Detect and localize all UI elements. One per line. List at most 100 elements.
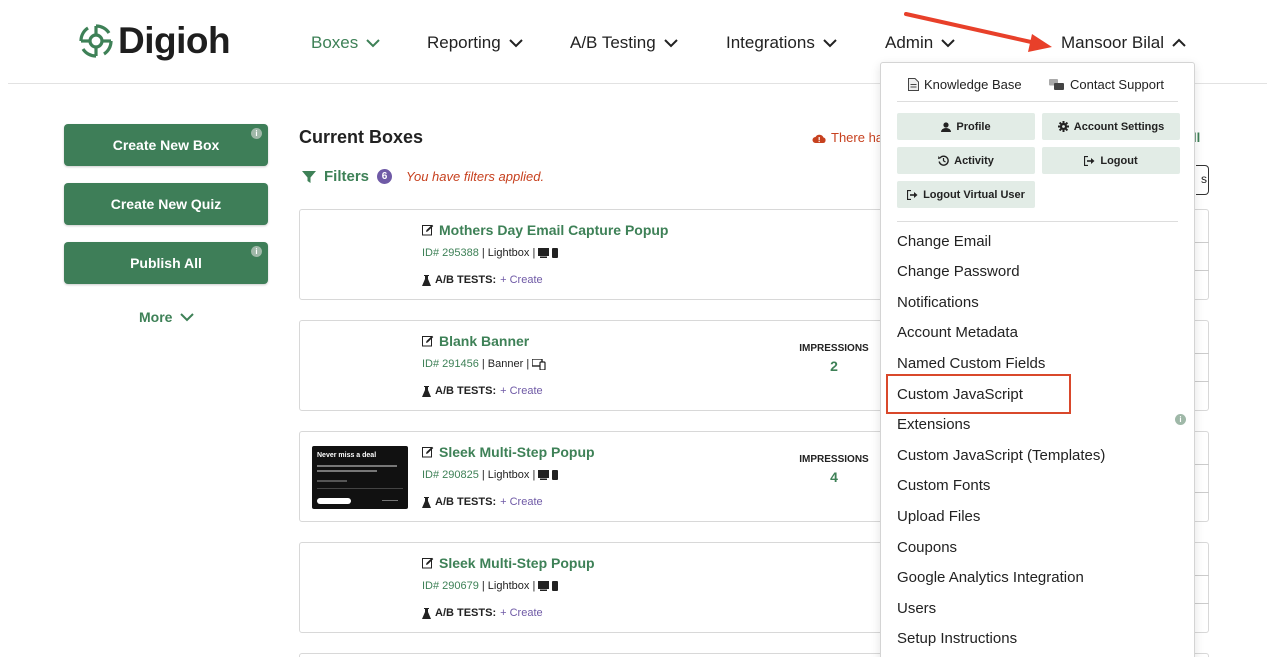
nav-integrations-label: Integrations: [726, 33, 815, 52]
ab-create-link[interactable]: + Create: [500, 274, 543, 286]
info-icon[interactable]: i: [1175, 414, 1186, 425]
nav-ab-testing[interactable]: A/B Testing: [570, 33, 678, 53]
ab-tests-row: A/B TESTS: + Create: [422, 607, 543, 619]
sort-select-edge[interactable]: s: [1196, 165, 1209, 195]
chevron-down-icon: [509, 39, 523, 48]
warning-notice[interactable]: There ha: [812, 130, 883, 145]
flask-icon: [422, 274, 431, 286]
box-title: Mothers Day Email Capture Popup: [439, 222, 669, 238]
flask-icon: [422, 496, 431, 508]
account-settings-button[interactable]: Account Settings: [1042, 113, 1180, 140]
box-id[interactable]: ID# 295388: [422, 247, 479, 259]
box-meta: ID# 290825 | Lightbox |: [422, 469, 560, 481]
card-action-divider: [1195, 353, 1209, 354]
menu-item-users[interactable]: Users: [897, 600, 936, 617]
logout-button[interactable]: Logout: [1042, 147, 1180, 174]
box-title-link[interactable]: Sleek Multi-Step Popup: [422, 444, 595, 460]
create-new-box-label: Create New Box: [112, 137, 220, 153]
ab-tests-label: A/B TESTS:: [435, 607, 497, 619]
activity-button[interactable]: Activity: [897, 147, 1035, 174]
create-new-box-button[interactable]: Create New Box i: [64, 124, 268, 166]
more-label: More: [139, 309, 173, 325]
responsive-icon: [532, 358, 546, 370]
more-toggle[interactable]: More: [139, 309, 195, 325]
impressions-value: 2: [830, 358, 838, 374]
user-dropdown-menu: Knowledge Base Contact Support Profile A…: [880, 62, 1195, 657]
ab-create-link[interactable]: + Create: [500, 607, 543, 619]
logout-icon: [907, 189, 918, 200]
menu-item-custom-fonts[interactable]: Custom Fonts: [897, 477, 990, 494]
history-icon: [938, 155, 949, 166]
create-new-quiz-label: Create New Quiz: [110, 196, 222, 212]
sort-select-edge-text: s: [1201, 172, 1207, 186]
knowledge-base-link[interactable]: Knowledge Base: [908, 77, 1022, 92]
chevron-down-icon: [663, 39, 678, 48]
menu-item-named-custom-fields[interactable]: Named Custom Fields: [897, 355, 1045, 372]
desktop-mobile-icon: [538, 580, 559, 591]
box-title-link[interactable]: Blank Banner: [422, 333, 529, 349]
brand-logo[interactable]: Digioh: [78, 20, 231, 62]
chevron-down-icon: [823, 39, 837, 48]
impressions-label: IMPRESSIONS: [799, 343, 869, 354]
filter-note: You have filters applied.: [406, 169, 545, 184]
publish-all-button[interactable]: Publish All i: [64, 242, 268, 284]
box-title: Sleek Multi-Step Popup: [439, 444, 595, 460]
page-title: Current Boxes: [299, 127, 424, 147]
menu-item-google-analytics-integration[interactable]: Google Analytics Integration: [897, 569, 1084, 586]
nav-reporting-label: Reporting: [427, 33, 501, 52]
profile-button[interactable]: Profile: [897, 113, 1035, 140]
info-icon[interactable]: i: [251, 246, 262, 257]
thumbnail-divider: [317, 488, 403, 489]
ab-create-link[interactable]: + Create: [500, 496, 543, 508]
menu-item-change-email[interactable]: Change Email: [897, 233, 991, 250]
box-id[interactable]: ID# 290825: [422, 469, 479, 481]
menu-item-change-password[interactable]: Change Password: [897, 263, 1020, 280]
contact-support-label: Contact Support: [1070, 77, 1164, 92]
annotation-highlight-box: [886, 374, 1071, 414]
filter-icon: [302, 170, 316, 183]
menu-item-custom-javascript-templates[interactable]: Custom JavaScript (Templates): [897, 447, 1105, 464]
filters-bar[interactable]: Filters 6 You have filters applied.: [302, 168, 544, 185]
activity-label: Activity: [954, 154, 994, 167]
box-id[interactable]: ID# 290679: [422, 580, 479, 592]
annotation-arrow-icon: [904, 12, 1052, 52]
card-action-divider: [1195, 603, 1209, 604]
ab-create-link[interactable]: + Create: [500, 385, 543, 397]
menu-item-coupons[interactable]: Coupons: [897, 539, 957, 556]
nav-boxes-label: Boxes: [311, 33, 359, 52]
box-title-link[interactable]: Mothers Day Email Capture Popup: [422, 222, 668, 238]
logout-label: Logout: [1100, 154, 1138, 167]
menu-divider: [897, 221, 1178, 222]
menu-item-extensions[interactable]: Extensions: [897, 416, 970, 433]
logout-virtual-user-label: Logout Virtual User: [923, 188, 1025, 201]
logout-icon: [1084, 155, 1095, 166]
user-menu[interactable]: Mansoor Bilal: [1061, 33, 1186, 53]
nav-reporting[interactable]: Reporting: [427, 33, 523, 53]
card-action-divider: [1195, 242, 1209, 243]
logout-virtual-user-button[interactable]: Logout Virtual User: [897, 181, 1035, 208]
flask-icon: [422, 385, 431, 397]
info-icon[interactable]: i: [251, 128, 262, 139]
box-meta: ID# 290679 | Lightbox |: [422, 580, 560, 592]
thumbnail-button: [317, 498, 351, 504]
menu-item-notifications[interactable]: Notifications: [897, 294, 979, 311]
filter-count-badge: 6: [377, 169, 393, 184]
edit-icon: [422, 446, 434, 458]
box-title-link[interactable]: Sleek Multi-Step Popup: [422, 555, 595, 571]
edit-icon: [422, 224, 434, 236]
menu-item-account-metadata[interactable]: Account Metadata: [897, 324, 1018, 341]
box-id[interactable]: ID# 291456: [422, 358, 479, 370]
contact-support-link[interactable]: Contact Support: [1049, 77, 1164, 92]
gear-icon: [1057, 121, 1069, 132]
create-new-quiz-button[interactable]: Create New Quiz: [64, 183, 268, 225]
menu-item-setup-instructions[interactable]: Setup Instructions: [897, 630, 1017, 647]
flask-icon: [422, 607, 431, 619]
menu-item-upload-files[interactable]: Upload Files: [897, 508, 980, 525]
card-action-divider: [1195, 492, 1209, 493]
box-thumbnail[interactable]: Never miss a deal: [312, 446, 408, 509]
nav-boxes[interactable]: Boxes: [311, 33, 380, 53]
card-action-divider: [1195, 381, 1209, 382]
ab-tests-row: A/B TESTS: + Create: [422, 274, 543, 286]
box-type: | Lightbox |: [481, 580, 536, 592]
nav-integrations[interactable]: Integrations: [726, 33, 837, 53]
